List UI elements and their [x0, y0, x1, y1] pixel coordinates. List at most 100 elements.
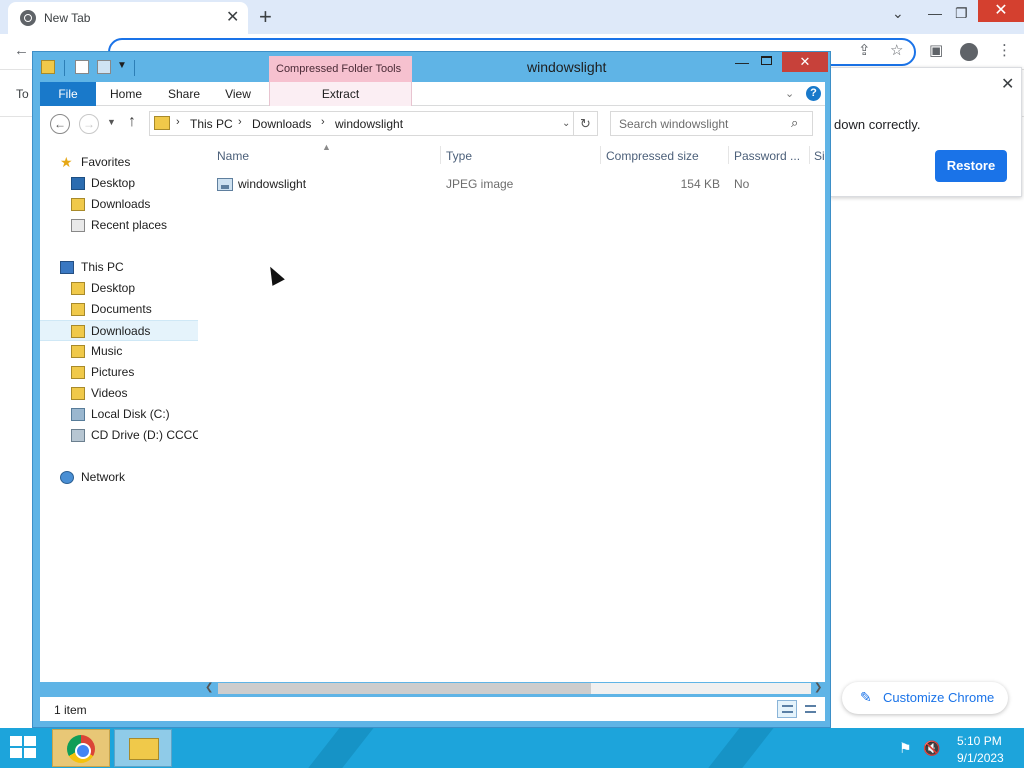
folder-properties-icon[interactable]	[41, 60, 55, 74]
tab-home[interactable]: Home	[96, 82, 156, 106]
expand-ribbon-icon[interactable]: ⌄	[785, 87, 794, 100]
bookmark-star-icon[interactable]: ☆	[890, 42, 903, 60]
network-tray-icon[interactable]: ⚑	[899, 740, 912, 757]
column-header-size[interactable]: Si	[814, 149, 825, 163]
tab-file[interactable]: File	[40, 82, 96, 106]
horizontal-scrollbar[interactable]: ❮ ❯	[205, 680, 825, 697]
column-divider[interactable]	[600, 146, 601, 164]
close-button[interactable]: ✕	[782, 52, 828, 72]
forward-button[interactable]: →	[79, 114, 99, 134]
up-button[interactable]: ↑	[128, 113, 136, 131]
nav-pc-downloads[interactable]: Downloads	[40, 320, 198, 341]
address-row: ← → ▼ ↑ › This PC › Downloads › windowsl…	[40, 106, 825, 142]
refresh-icon[interactable]: ↻	[574, 111, 598, 136]
taskbar-explorer-button[interactable]	[114, 729, 172, 767]
nav-local-disk[interactable]: Local Disk (C:)	[40, 404, 198, 425]
nav-recent-places[interactable]: Recent places	[40, 215, 198, 236]
tab-search-icon[interactable]: ⌄	[892, 4, 904, 22]
file-type: JPEG image	[446, 177, 514, 191]
help-icon[interactable]: ?	[806, 86, 821, 101]
restore-button[interactable]: Restore	[935, 150, 1007, 182]
restore-window-icon[interactable]: ❐	[955, 4, 968, 22]
nav-network[interactable]: Network	[40, 467, 198, 488]
new-folder-icon[interactable]	[97, 60, 111, 74]
nav-favorites-downloads[interactable]: Downloads	[40, 194, 198, 215]
close-icon[interactable]: ✕	[1001, 74, 1014, 94]
maximize-button[interactable]	[761, 56, 772, 65]
column-header-password[interactable]: Password ...	[734, 149, 800, 163]
scroll-left-icon[interactable]: ❮	[205, 682, 213, 693]
side-panel-icon[interactable]: ▣	[929, 42, 943, 60]
tab-title: New Tab	[44, 11, 91, 25]
nav-favorites[interactable]: ★ Favorites	[40, 152, 198, 173]
properties-icon[interactable]	[75, 60, 89, 74]
profile-avatar-icon[interactable]	[960, 43, 978, 61]
column-header-compressed-size[interactable]: Compressed size	[606, 149, 699, 163]
windows-logo-icon	[24, 748, 36, 758]
windows-logo-icon	[10, 748, 22, 758]
chrome-close-button[interactable]: ✕	[978, 0, 1024, 22]
minimize-button[interactable]: —	[735, 54, 749, 70]
network-icon	[60, 471, 74, 484]
tab-close-icon[interactable]: ✕	[226, 8, 239, 28]
scroll-track[interactable]	[218, 683, 811, 694]
nav-pc-videos[interactable]: Videos	[40, 383, 198, 404]
column-divider[interactable]	[440, 146, 441, 164]
file-name: windowslight	[238, 177, 307, 191]
back-button[interactable]: ←	[50, 114, 70, 134]
nav-label: Videos	[91, 386, 128, 400]
breadcrumb-this-pc[interactable]: This PC	[190, 117, 233, 131]
search-input[interactable]	[611, 112, 786, 135]
column-divider[interactable]	[809, 146, 810, 164]
nav-pc-pictures[interactable]: Pictures	[40, 362, 198, 383]
nav-label: Downloads	[91, 324, 151, 338]
minimize-icon[interactable]: —	[928, 4, 942, 22]
customize-quick-access-icon[interactable]: ▼	[117, 60, 127, 71]
scroll-thumb[interactable]	[218, 683, 591, 694]
breadcrumb-chevron-icon[interactable]: ›	[238, 116, 242, 128]
breadcrumb-chevron-icon[interactable]: ›	[321, 116, 325, 128]
back-icon[interactable]: ←	[14, 42, 29, 60]
file-compressed-size: 154 KB	[680, 177, 720, 191]
divider	[64, 60, 65, 76]
volume-muted-icon[interactable]: 🔇	[923, 740, 940, 757]
large-icons-view-button[interactable]	[800, 700, 820, 718]
contextual-tab-group: Compressed Folder Tools	[269, 56, 412, 82]
clock-date[interactable]: 9/1/2023	[957, 751, 1004, 765]
nav-cd-drive[interactable]: CD Drive (D:) CCCOI	[40, 425, 198, 446]
recent-locations-icon[interactable]: ▼	[107, 117, 116, 127]
column-divider[interactable]	[728, 146, 729, 164]
tab-extract[interactable]: Extract	[269, 82, 412, 106]
clock-time[interactable]: 5:10 PM	[957, 734, 1002, 748]
downloads-folder-icon	[71, 198, 85, 211]
start-button[interactable]	[10, 736, 38, 760]
menu-kebab-icon[interactable]: ⋮	[997, 42, 1012, 60]
breadcrumb-chevron-icon[interactable]: ›	[176, 116, 180, 128]
nav-pc-documents[interactable]: Documents	[40, 299, 198, 320]
new-tab-button[interactable]: +	[259, 4, 272, 30]
tab-view[interactable]: View	[212, 82, 264, 106]
content-area: ★ Favorites Desktop Downloads Recent pla…	[40, 142, 825, 694]
address-bar[interactable]: › This PC › Downloads › windowslight ⌄	[149, 111, 574, 136]
share-icon[interactable]: ⇪	[858, 42, 871, 60]
details-view-button[interactable]	[777, 700, 797, 718]
nav-favorites-desktop[interactable]: Desktop	[40, 173, 198, 194]
customize-chrome-button[interactable]: ✎ Customize Chrome	[842, 682, 1008, 714]
large-icons-view-icon	[805, 705, 816, 713]
nav-pc-music[interactable]: Music	[40, 341, 198, 362]
column-header-type[interactable]: Type	[446, 149, 472, 163]
breadcrumb-windowslight[interactable]: windowslight	[335, 117, 403, 131]
tab-new-tab[interactable]: New Tab ✕	[8, 2, 248, 34]
column-header-name[interactable]: Name	[217, 149, 249, 163]
taskbar-chrome-button[interactable]	[52, 729, 110, 767]
address-history-icon[interactable]: ⌄	[562, 118, 570, 129]
nav-label: CD Drive (D:) CCCOI	[91, 428, 198, 442]
nav-this-pc[interactable]: This PC	[40, 257, 198, 278]
breadcrumb-downloads[interactable]: Downloads	[252, 117, 311, 131]
file-row[interactable]: windowslight JPEG image 154 KB No	[205, 173, 825, 195]
tab-share[interactable]: Share	[156, 82, 212, 106]
nav-pc-desktop[interactable]: Desktop	[40, 278, 198, 299]
scroll-right-icon[interactable]: ❯	[814, 682, 822, 693]
search-icon[interactable]: ⌕	[791, 115, 798, 131]
decorative-stripe	[292, 728, 382, 768]
